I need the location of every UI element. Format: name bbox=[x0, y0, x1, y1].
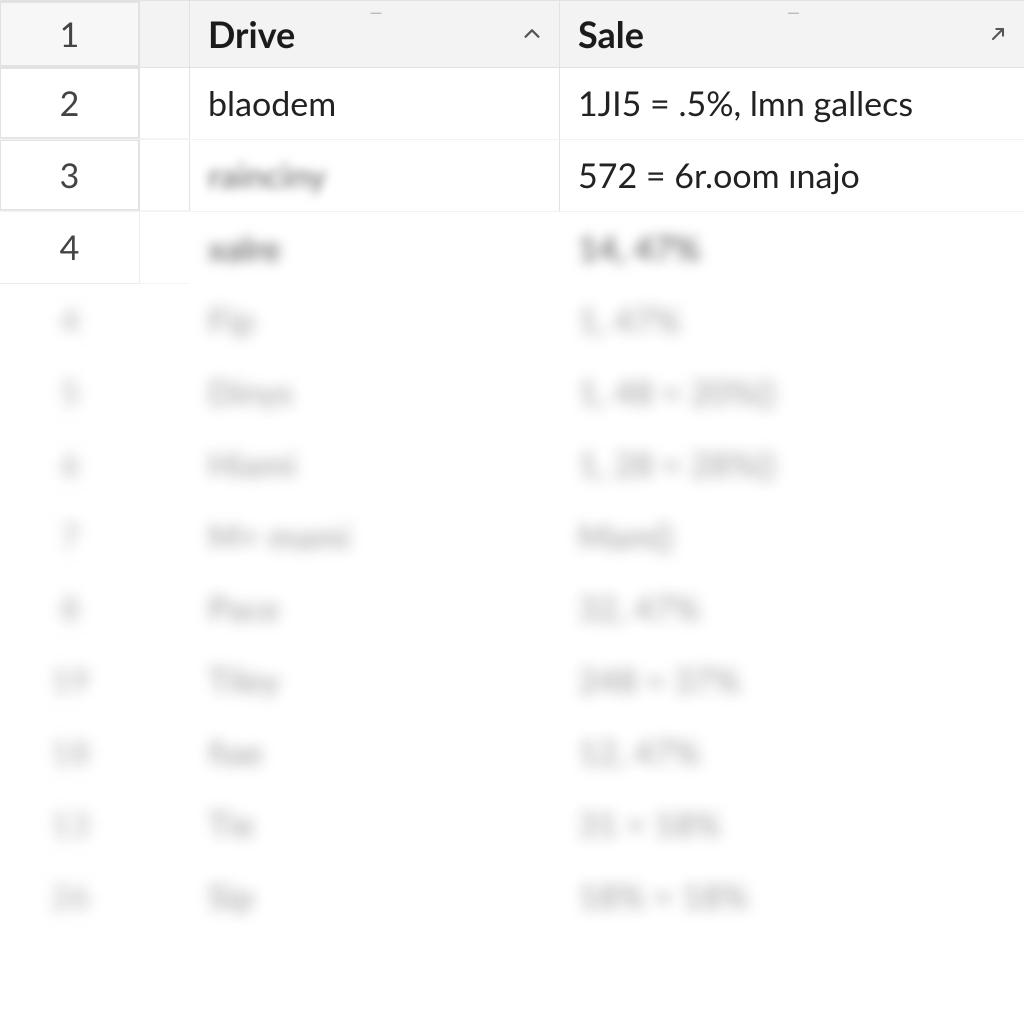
cell-value: 32, 47% bbox=[578, 588, 701, 629]
table-row: 4 Fip 1, 47% bbox=[0, 284, 1024, 356]
row-number-label: 8 bbox=[60, 588, 80, 629]
cell-value: blaodem bbox=[208, 83, 336, 124]
table-row: 4 xalre 14, 47% bbox=[0, 212, 1024, 284]
cell-value: Dinys bbox=[208, 372, 293, 413]
cell-drive[interactable]: xalre bbox=[190, 212, 560, 284]
cell-value: 572 = 6r.oom ınajo bbox=[578, 155, 860, 196]
column-header-drive[interactable]: — Drive bbox=[190, 1, 560, 67]
header-row: 1 — Drive — Sale bbox=[0, 0, 1024, 68]
cell-value: 248 = 37% bbox=[578, 660, 741, 701]
row-number-header[interactable]: 1 bbox=[0, 1, 140, 67]
table-row: 3 rainciny 572 = 6r.oom ınajo bbox=[0, 140, 1024, 212]
row-number-label: 6 bbox=[60, 444, 80, 485]
cell-value: 14, 47% bbox=[578, 228, 701, 269]
cell-value: 1, 47% bbox=[578, 300, 681, 341]
expand-icon[interactable] bbox=[988, 24, 1008, 44]
cell-sale[interactable]: 1JI5 = .5%, lmn gallecs bbox=[560, 68, 1024, 139]
row-number-label: 1 bbox=[60, 14, 80, 55]
cell-value: Mam() bbox=[578, 516, 673, 557]
column-header-drive-label: Drive bbox=[208, 12, 295, 56]
table-row: 19 Tiley 248 = 37% bbox=[0, 644, 1024, 716]
cell-value: 18% = 18% bbox=[578, 876, 749, 917]
sort-asc-icon[interactable] bbox=[521, 23, 543, 45]
row-number-label: 26 bbox=[50, 876, 89, 917]
gap-cell bbox=[140, 140, 190, 211]
row-number-label: 2 bbox=[60, 83, 80, 124]
row-number-label: 3 bbox=[60, 155, 80, 196]
cell-value: xalre bbox=[208, 228, 281, 269]
cell-value: Tie bbox=[208, 804, 255, 845]
cell-drive[interactable]: blaodem bbox=[190, 68, 560, 139]
gap-cell bbox=[140, 1, 190, 67]
column-header-sale-label: Sale bbox=[578, 12, 644, 56]
spreadsheet[interactable]: 1 — Drive — Sale 2 blaodem 1JI5 = .5%, l… bbox=[0, 0, 1024, 1024]
cell-value: rainciny bbox=[208, 155, 326, 196]
cell-sale[interactable]: 572 = 6r.oom ınajo bbox=[560, 140, 1024, 211]
blurred-rows: 4 Fip 1, 47% 5 Dinys 1, 48 = 20%() 6 Hia… bbox=[0, 284, 1024, 932]
table-row: 5 Dinys 1, 48 = 20%() bbox=[0, 356, 1024, 428]
row-number-label: 18 bbox=[50, 732, 89, 773]
table-row: 13 Tie 31 = 18% bbox=[0, 788, 1024, 860]
cell-value: Tiley bbox=[208, 660, 280, 701]
cell-value: Pace bbox=[208, 588, 279, 629]
row-number[interactable]: 4 bbox=[0, 212, 140, 284]
column-handle-icon: — bbox=[787, 3, 797, 22]
table-row: 8 Pace 32, 47% bbox=[0, 572, 1024, 644]
table-row: 26 Sip 18% = 18% bbox=[0, 860, 1024, 932]
row-number-label: 7 bbox=[60, 516, 80, 557]
cell-value: 12, 47% bbox=[578, 732, 701, 773]
cell-value: M+ mami bbox=[208, 516, 350, 557]
table-row: 18 fiae 12, 47% bbox=[0, 716, 1024, 788]
cell-value: 31 = 18% bbox=[578, 804, 721, 845]
cell-value: Fip bbox=[208, 300, 255, 341]
row-number[interactable]: 3 bbox=[0, 140, 140, 211]
table-row: 2 blaodem 1JI5 = .5%, lmn gallecs bbox=[0, 68, 1024, 140]
row-number[interactable]: 2 bbox=[0, 68, 140, 139]
row-number-label: 19 bbox=[50, 660, 89, 701]
cell-value: Sip bbox=[208, 876, 254, 917]
gap-cell bbox=[140, 212, 190, 284]
cell-sale[interactable]: 14, 47% bbox=[560, 212, 1024, 284]
gap-cell bbox=[140, 68, 190, 139]
cell-value: fiae bbox=[208, 732, 263, 773]
row-number-label: 4 bbox=[60, 300, 80, 341]
column-handle-icon: — bbox=[370, 3, 380, 22]
row-number-label: 4 bbox=[60, 227, 80, 268]
row-number-label: 13 bbox=[50, 804, 89, 845]
cell-value: 1JI5 = .5%, lmn gallecs bbox=[578, 83, 913, 124]
column-header-sale[interactable]: — Sale bbox=[560, 1, 1024, 67]
cell-value: 1, 48 = 20%() bbox=[578, 372, 776, 413]
table-row: 7 M+ mami Mam() bbox=[0, 500, 1024, 572]
table-row: 6 Hiami 1, 28 = 28%() bbox=[0, 428, 1024, 500]
cell-value: 1, 28 = 28%() bbox=[578, 444, 776, 485]
cell-value: Hiami bbox=[208, 444, 296, 485]
cell-drive[interactable]: rainciny bbox=[190, 140, 560, 211]
row-number-label: 5 bbox=[60, 372, 80, 413]
